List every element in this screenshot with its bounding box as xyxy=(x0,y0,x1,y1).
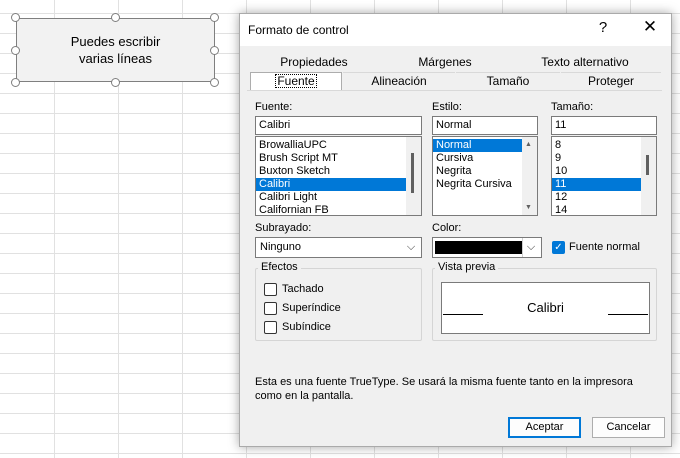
underline-select[interactable]: Ninguno ⌵ xyxy=(255,237,422,258)
underline-value: Ninguno xyxy=(260,241,301,253)
list-item-selected[interactable]: Calibri xyxy=(256,178,406,191)
size-list[interactable]: 8 9 10 11 12 14 xyxy=(551,136,657,216)
tab-margenes[interactable]: Márgenes xyxy=(385,54,505,72)
font-list[interactable]: BrowalliaUPC Brush Script MT Buxton Sket… xyxy=(255,136,422,216)
list-item-selected[interactable]: Normal xyxy=(433,139,522,152)
resize-handle-left[interactable] xyxy=(11,46,20,55)
list-item[interactable]: Buxton Sketch xyxy=(256,165,421,178)
tab-label: Alineación xyxy=(371,74,427,88)
list-item-selected[interactable]: 11 xyxy=(552,178,641,191)
resize-handle-top[interactable] xyxy=(111,13,120,22)
cancel-button[interactable]: Cancelar xyxy=(592,417,665,438)
effects-title: Efectos xyxy=(258,261,301,273)
resize-handle-right[interactable] xyxy=(210,46,219,55)
normal-font-label[interactable]: Fuente normal xyxy=(569,241,640,253)
ok-button[interactable]: Aceptar xyxy=(508,417,581,438)
strikethrough-label[interactable]: Tachado xyxy=(282,283,324,295)
scroll-down-icon[interactable]: ▼ xyxy=(525,204,532,211)
superscript-label[interactable]: Superíndice xyxy=(282,302,341,314)
style-label: Estilo: xyxy=(432,101,462,113)
preview-title: Vista previa xyxy=(435,261,499,273)
font-name-field[interactable]: Calibri xyxy=(255,116,422,135)
tab-proteger[interactable]: Proteger xyxy=(561,72,661,90)
tab-propiedades[interactable]: Propiedades xyxy=(254,54,374,72)
scroll-thumb[interactable] xyxy=(411,153,414,193)
chevron-down-icon[interactable]: ⌵ xyxy=(523,239,539,256)
list-item[interactable]: Californian FB xyxy=(256,204,421,215)
resize-handle-bottom-right[interactable] xyxy=(210,78,219,87)
close-icon[interactable]: ✕ xyxy=(638,17,662,41)
strikethrough-checkbox[interactable] xyxy=(264,283,277,296)
dialog-titlebar[interactable]: Formato de control ? ✕ xyxy=(240,14,671,46)
tab-texto-alternativo[interactable]: Texto alternativo xyxy=(520,54,650,72)
resize-handle-bottom-left[interactable] xyxy=(11,78,20,87)
subscript-checkbox[interactable] xyxy=(264,321,277,334)
tab-label: Propiedades xyxy=(280,55,348,69)
font-label: Fuente: xyxy=(255,101,293,113)
tab-label: Texto alternativo xyxy=(541,55,629,69)
scroll-thumb[interactable] xyxy=(646,155,649,175)
style-list[interactable]: Normal Cursiva Negrita Negrita Cursiva ▲… xyxy=(432,136,538,216)
size-label: Tamaño: xyxy=(551,101,594,113)
scroll-up-icon[interactable]: ▲ xyxy=(525,141,532,148)
font-list-scrollbar[interactable] xyxy=(406,137,421,215)
size-field[interactable]: 11 xyxy=(551,116,657,135)
help-icon[interactable]: ? xyxy=(592,19,614,41)
format-control-dialog: Formato de control ? ✕ Propiedades Márge… xyxy=(239,13,672,447)
dialog-title: Formato de control xyxy=(248,23,349,37)
preview-box: Calibri xyxy=(441,282,650,334)
underline-label: Subrayado: xyxy=(255,222,312,234)
tab-label: Proteger xyxy=(587,74,635,88)
chevron-down-icon[interactable]: ⌵ xyxy=(403,239,419,256)
size-list-scrollbar[interactable] xyxy=(641,137,656,215)
style-list-scrollbar[interactable]: ▲ ▼ xyxy=(522,137,537,215)
style-field[interactable]: Normal xyxy=(432,116,538,135)
resize-handle-bottom[interactable] xyxy=(111,78,120,87)
tab-tamano[interactable]: Tamaño xyxy=(456,72,560,90)
color-label: Color: xyxy=(432,222,462,234)
color-select[interactable]: ⌵ xyxy=(432,237,542,258)
tab-divider xyxy=(247,90,662,91)
resize-handle-top-left[interactable] xyxy=(11,13,20,22)
truetype-info-text: Esta es una fuente TrueType. Se usará la… xyxy=(255,376,633,402)
tab-alineacion[interactable]: Alineación xyxy=(343,72,455,90)
subscript-label[interactable]: Subíndice xyxy=(282,321,331,333)
text-box-shape[interactable]: Puedes escribir varias líneas xyxy=(16,18,215,82)
color-swatch xyxy=(435,241,523,254)
list-item[interactable]: BrowalliaUPC xyxy=(256,139,421,152)
list-item[interactable]: Brush Script MT xyxy=(256,152,421,165)
list-item[interactable]: Calibri Light xyxy=(256,191,421,204)
text-box-content[interactable]: Puedes escribir varias líneas xyxy=(71,33,161,67)
tab-label: Fuente xyxy=(275,74,317,88)
superscript-checkbox[interactable] xyxy=(264,302,277,315)
tab-label: Tamaño xyxy=(486,74,530,88)
preview-text: Calibri xyxy=(527,300,564,315)
preview-baseline-right xyxy=(608,314,648,315)
resize-handle-top-right[interactable] xyxy=(210,13,219,22)
tab-fuente[interactable]: Fuente xyxy=(250,72,342,90)
tab-label: Márgenes xyxy=(418,55,472,69)
normal-font-checkbox[interactable]: ✓ xyxy=(552,241,565,254)
